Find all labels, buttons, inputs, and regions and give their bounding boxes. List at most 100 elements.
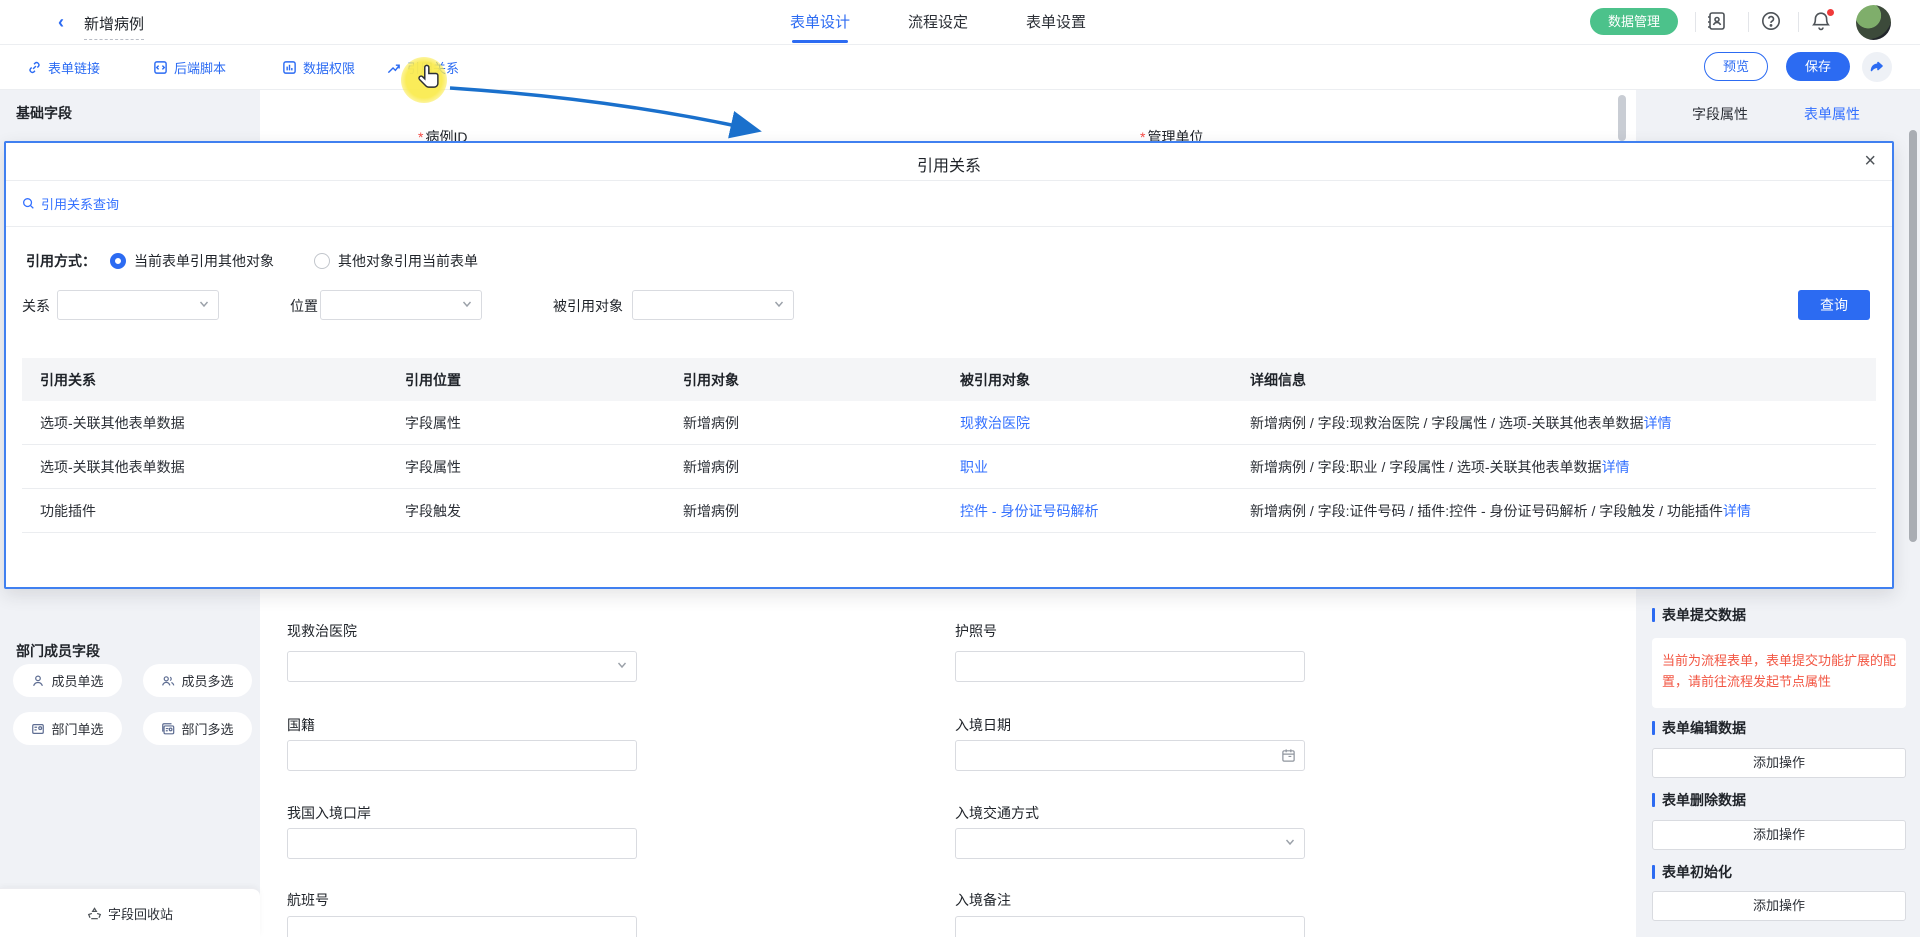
reference-query-link[interactable]: 引用关系查询: [22, 194, 119, 213]
referenced-object-select[interactable]: [632, 290, 794, 320]
detail-link[interactable]: 详情: [1723, 503, 1751, 519]
detail-link[interactable]: 详情: [1644, 415, 1672, 431]
help-icon[interactable]: [1760, 10, 1782, 32]
preview-button[interactable]: 预览: [1704, 52, 1768, 81]
field-input-nationality[interactable]: [287, 740, 637, 771]
field-select-transport[interactable]: [955, 828, 1305, 859]
properties-tabs: 字段属性 表单属性: [1636, 90, 1920, 138]
radio-label: 其他对象引用当前表单: [338, 251, 478, 271]
share-button[interactable]: [1862, 52, 1892, 82]
add-action-button-init[interactable]: 添加操作: [1652, 891, 1906, 921]
position-select[interactable]: [320, 290, 482, 320]
toolbar-item-label: 表单链接: [48, 58, 100, 77]
field-recycle-bin[interactable]: 字段回收站: [0, 888, 260, 937]
link-icon: [27, 60, 42, 75]
referenced-object-link[interactable]: 职业: [960, 459, 988, 475]
chevron-down-icon: [462, 299, 472, 309]
referenced-object-link[interactable]: 现救治医院: [960, 415, 1030, 431]
reference-mode-label: 引用方式：: [26, 251, 96, 271]
table-row: 选项-关联其他表单数据 字段属性 新增病例 职业 新增病例 / 字段:职业 / …: [22, 445, 1876, 489]
tab-form-setting[interactable]: 表单设置: [1026, 0, 1086, 45]
tab-field-properties[interactable]: 字段属性: [1692, 104, 1748, 124]
field-button-dept-single[interactable]: 部门单选: [13, 712, 122, 745]
column-header: 引用位置: [387, 370, 665, 390]
table-row: 选项-关联其他表单数据 字段属性 新增病例 现救治医院 新增病例 / 字段:现救…: [22, 401, 1876, 445]
field-button-member-multi[interactable]: 成员多选: [143, 664, 252, 697]
field-label: 航班号: [287, 890, 329, 910]
column-header: 引用关系: [22, 370, 387, 390]
field-date-entry[interactable]: [955, 740, 1305, 771]
toolbar-item-label: 引用关系: [407, 58, 459, 77]
tab-process-setting[interactable]: 流程设定: [908, 0, 968, 45]
cell-detail: 新增病例 / 字段:职业 / 字段属性 / 选项-关联其他表单数据: [1250, 459, 1602, 475]
query-button[interactable]: 查询: [1798, 290, 1870, 320]
radio-others-ref-current-form[interactable]: 其他对象引用当前表单: [314, 251, 478, 271]
referenced-object-link[interactable]: 控件 - 身份证号码解析: [960, 503, 1098, 519]
toolbar-reference-relation[interactable]: 引用关系: [386, 58, 459, 77]
toolbar-data-permission[interactable]: 数据权限: [282, 58, 355, 77]
reference-mode-row: 引用方式： 当前表单引用其他对象 其他对象引用当前表单: [26, 251, 518, 271]
add-action-button-edit[interactable]: 添加操作: [1652, 748, 1906, 778]
section-form-submit: 表单提交数据: [1652, 605, 1746, 625]
chevron-down-icon: [774, 299, 784, 309]
toolbar-form-link[interactable]: 表单链接: [27, 58, 100, 77]
field-label: 入境备注: [955, 890, 1011, 910]
field-button-member-single[interactable]: 成员单选: [13, 664, 122, 697]
share-arrow-icon: [1869, 59, 1885, 75]
sidebar-section-basic-fields: 基础字段: [16, 103, 72, 123]
toolbar-item-label: 数据权限: [303, 58, 355, 77]
section-form-init: 表单初始化: [1652, 862, 1732, 882]
window-scrollbar-thumb[interactable]: [1909, 130, 1917, 542]
cell-object: 新增病例: [665, 413, 942, 433]
cell-position: 字段属性: [387, 413, 665, 433]
modal-title: 引用关系: [6, 152, 1892, 176]
script-icon: [153, 60, 168, 75]
column-header: 详细信息: [1232, 370, 1876, 390]
close-icon[interactable]: ×: [1864, 149, 1876, 173]
page-title: 新增病例: [84, 13, 144, 40]
tab-form-design[interactable]: 表单设计: [790, 0, 850, 45]
member-multi-icon: [161, 674, 175, 688]
filter-label-position: 位置: [290, 296, 318, 316]
section-form-edit: 表单编辑数据: [1652, 718, 1746, 738]
radio-unselected-icon: [314, 253, 330, 269]
canvas-scrollbar-thumb[interactable]: [1618, 95, 1626, 141]
data-manage-button[interactable]: 数据管理: [1590, 8, 1678, 35]
field-input-entry-remark[interactable]: [955, 916, 1305, 937]
data-permission-icon: [282, 60, 297, 75]
notification-badge: [1827, 9, 1834, 16]
field-label: 现救治医院: [287, 621, 357, 641]
field-input-passport[interactable]: [955, 651, 1305, 682]
field-button-label: 成员多选: [181, 671, 233, 690]
field-input-entry-port[interactable]: [287, 828, 637, 859]
field-button-label: 部门多选: [181, 719, 233, 738]
field-label: 我国入境口岸: [287, 803, 371, 823]
add-action-button-delete[interactable]: 添加操作: [1652, 820, 1906, 850]
relation-select[interactable]: [57, 290, 219, 320]
field-select-hospital[interactable]: [287, 651, 637, 682]
filter-label-relation: 关系: [22, 296, 50, 316]
radio-current-form-refs-others[interactable]: 当前表单引用其他对象: [110, 251, 274, 271]
user-avatar[interactable]: [1856, 5, 1891, 40]
column-header: 被引用对象: [942, 370, 1232, 390]
notification-bell-icon[interactable]: [1810, 10, 1832, 32]
chevron-down-icon: [1285, 837, 1295, 847]
filter-row: 关系 位置 被引用对象 查询: [6, 290, 1892, 320]
detail-link[interactable]: 详情: [1602, 459, 1630, 475]
save-button[interactable]: 保存: [1786, 52, 1850, 81]
field-input-flight-no[interactable]: [287, 916, 637, 937]
chevron-down-icon: [617, 660, 627, 670]
field-button-dept-multi[interactable]: 部门多选: [143, 712, 252, 745]
back-icon[interactable]: ‹: [58, 12, 64, 33]
flow-form-warning: 当前为流程表单，表单提交功能扩展的配置，请前往流程发起节点属性: [1652, 638, 1906, 708]
cell-detail: 新增病例 / 字段:证件号码 / 插件:控件 - 身份证号码解析 / 字段触发 …: [1250, 503, 1723, 519]
toolbar-item-label: 后端脚本: [174, 58, 226, 77]
contacts-icon[interactable]: [1706, 10, 1728, 32]
tab-form-properties[interactable]: 表单属性: [1804, 104, 1860, 124]
cell-detail: 新增病例 / 字段:现救治医院 / 字段属性 / 选项-关联其他表单数据: [1250, 415, 1644, 431]
calendar-icon: [1281, 748, 1296, 763]
cell-position: 字段触发: [387, 501, 665, 521]
radio-label: 当前表单引用其他对象: [134, 251, 274, 271]
toolbar-backend-script[interactable]: 后端脚本: [153, 58, 226, 77]
query-link-row: 引用关系查询: [6, 181, 1892, 227]
